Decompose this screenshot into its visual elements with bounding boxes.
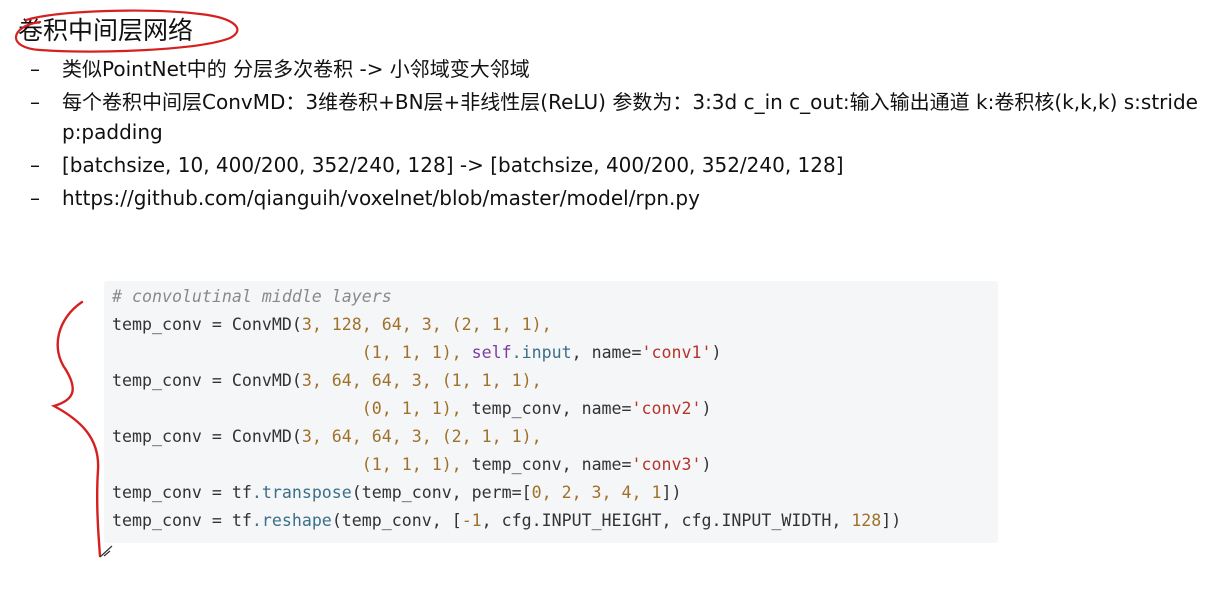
pen-cursor-icon bbox=[99, 545, 113, 558]
bullet-item: – [batchsize, 10, 400/200, 352/240, 128]… bbox=[30, 150, 1210, 180]
bullet-dash: – bbox=[30, 57, 40, 81]
bullet-text: [batchsize, 10, 400/200, 352/240, 128] -… bbox=[62, 153, 844, 177]
code-line-1: temp_conv = ConvMD(3, 128, 64, 3, (2, 1,… bbox=[112, 315, 552, 334]
code-line-8: temp_conv = tf.reshape(temp_conv, [-1, c… bbox=[112, 511, 902, 530]
code-line-4: (0, 1, 1), temp_conv, name='conv2') bbox=[361, 399, 712, 418]
code-block: # convolutinal middle layers temp_conv = … bbox=[104, 281, 998, 543]
code-line-5: temp_conv = ConvMD(3, 64, 64, 3, (2, 1, … bbox=[112, 427, 542, 446]
bullet-text: 类似PointNet中的 分层多次卷积 -> 小邻域变大邻域 bbox=[62, 57, 530, 81]
code-brace-annotation bbox=[50, 300, 102, 558]
slide-title: 卷积中间层网络 bbox=[18, 16, 194, 45]
bullet-dash: – bbox=[30, 186, 40, 210]
bullet-list: – 类似PointNet中的 分层多次卷积 -> 小邻域变大邻域 – 每个卷积中… bbox=[30, 54, 1210, 216]
code-line-7: temp_conv = tf.transpose(temp_conv, perm… bbox=[112, 483, 682, 502]
bullet-text: 每个卷积中间层ConvMD：3维卷积+BN层+非线性层(ReLU) 参数为：3:… bbox=[62, 90, 1198, 144]
code-line-2: (1, 1, 1), self.input, name='conv1') bbox=[361, 343, 722, 362]
bullet-item: – 每个卷积中间层ConvMD：3维卷积+BN层+非线性层(ReLU) 参数为：… bbox=[30, 87, 1210, 147]
code-text: # convolutinal middle layers temp_conv = … bbox=[104, 281, 998, 535]
code-line-6: (1, 1, 1), temp_conv, name='conv3') bbox=[361, 455, 712, 474]
bullet-dash: – bbox=[30, 90, 40, 114]
code-line-3: temp_conv = ConvMD(3, 64, 64, 3, (1, 1, … bbox=[112, 371, 542, 390]
bullet-item: – 类似PointNet中的 分层多次卷积 -> 小邻域变大邻域 bbox=[30, 54, 1210, 84]
bullet-item: – https://github.com/qianguih/voxelnet/b… bbox=[30, 183, 1210, 213]
bullet-dash: – bbox=[30, 153, 40, 177]
code-line-comment: # convolutinal middle layers bbox=[112, 287, 392, 306]
bullet-text: https://github.com/qianguih/voxelnet/blo… bbox=[62, 186, 700, 210]
